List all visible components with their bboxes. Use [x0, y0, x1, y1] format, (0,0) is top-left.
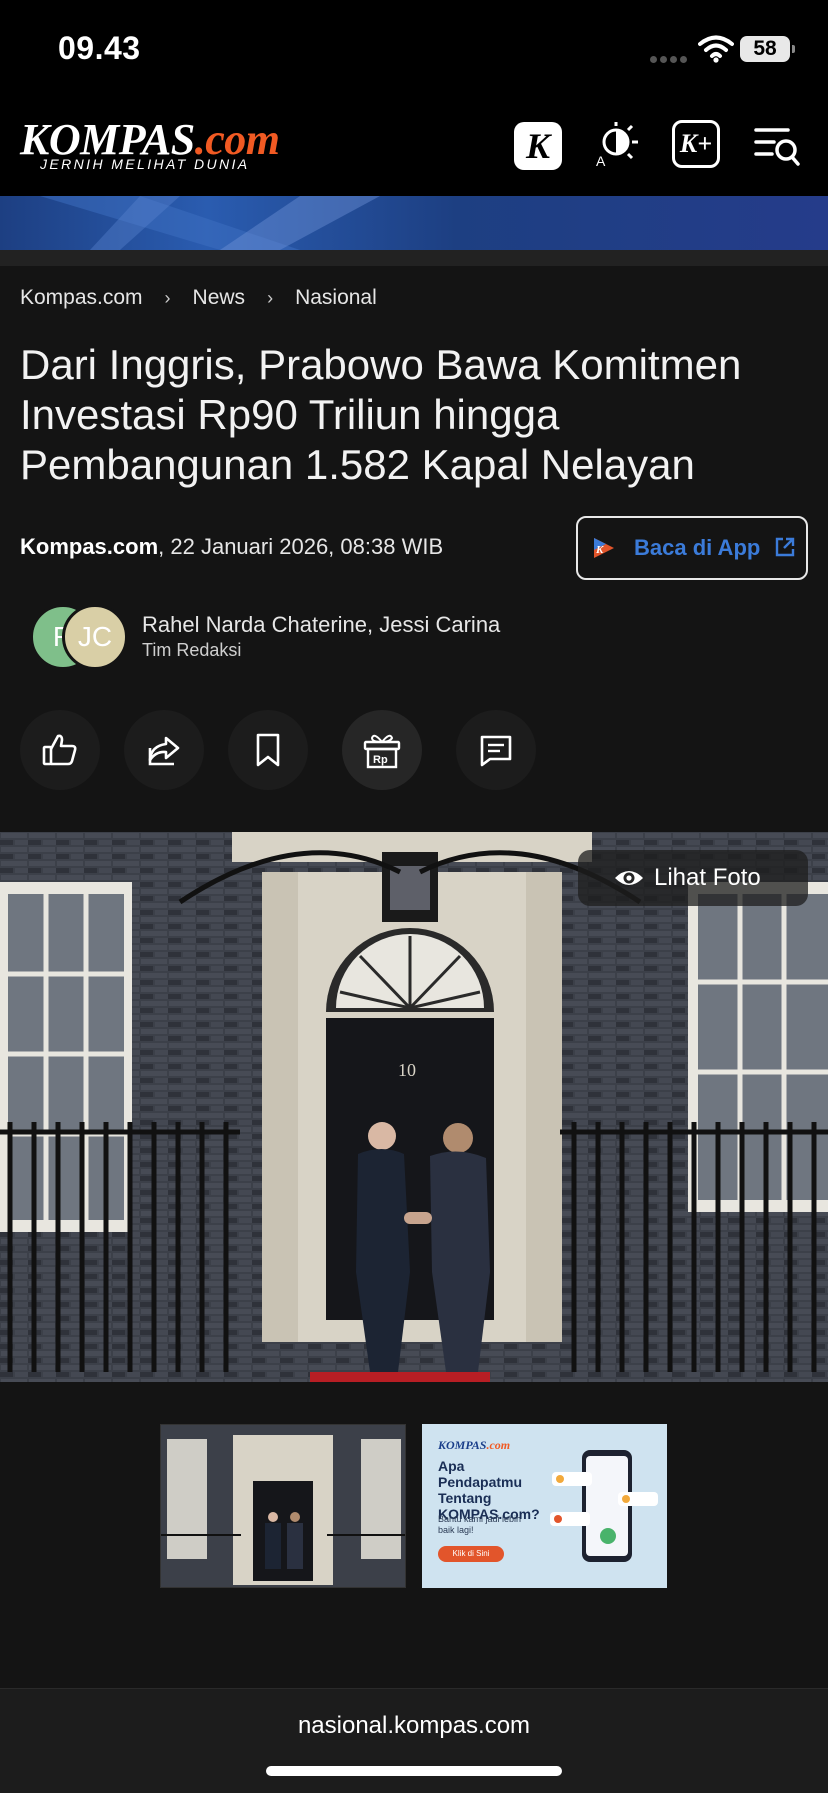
article-source: Kompas.com — [20, 534, 159, 559]
url-domain[interactable]: nasional.kompas.com — [0, 1712, 828, 1740]
photo-thumbnail[interactable] — [160, 1424, 406, 1588]
thumbs-up-icon — [42, 734, 77, 766]
theme-toggle-icon[interactable]: A — [592, 120, 640, 168]
wifi-icon — [698, 35, 734, 63]
downing-street-photo: 10 — [0, 832, 828, 1382]
home-indicator[interactable] — [266, 1766, 562, 1776]
external-link-icon — [775, 537, 795, 557]
ad-subtitle: Bantu kami jadi lebih baik lagi! — [438, 1514, 522, 1535]
gift-icon: Rp — [363, 734, 401, 769]
author-team: Tim Redaksi — [142, 640, 242, 660]
kompas-app-icon: K — [594, 538, 614, 558]
author-avatar[interactable]: JC — [62, 604, 128, 670]
breadcrumb-news[interactable]: News — [193, 286, 246, 309]
view-photo-label: Lihat Foto — [654, 864, 761, 891]
svg-text:K: K — [595, 544, 604, 556]
article-date: , 22 Januari 2026, 08:38 WIB — [158, 534, 444, 559]
kompas-plus-button[interactable]: K+ — [672, 120, 720, 168]
breadcrumb-separator: › — [267, 288, 274, 308]
status-time: 09.43 — [58, 30, 141, 66]
gift-button[interactable]: Rp — [342, 710, 422, 790]
ad-cta-button[interactable]: Klik di Sini — [438, 1546, 504, 1562]
view-photo-button[interactable]: Lihat Foto — [578, 850, 808, 906]
breadcrumb: Kompas.com › News › Nasional — [20, 286, 377, 310]
door-number: 10 — [398, 1060, 416, 1080]
breadcrumb-separator: › — [164, 288, 171, 308]
eye-icon — [615, 871, 643, 885]
menu-search-icon[interactable] — [752, 120, 800, 168]
article-hero-photo[interactable]: 10 — [0, 832, 828, 1382]
like-button[interactable] — [20, 710, 100, 790]
phone-illustration — [550, 1450, 658, 1562]
thumbnail-photo — [161, 1425, 405, 1587]
breadcrumb-home[interactable]: Kompas.com — [20, 286, 143, 309]
survey-ad-thumbnail[interactable]: KOMPAS.com Apa Pendapatmu Tentang KOMPAS… — [422, 1424, 667, 1588]
ad-brand: KOMPAS.com — [438, 1438, 511, 1452]
cellular-signal-icon — [650, 50, 690, 63]
ad-title: Apa Pendapatmu Tentang KOMPAS.com? — [438, 1458, 540, 1522]
battery-icon: 58 — [740, 36, 795, 62]
bookmark-icon — [256, 733, 280, 767]
logo-tagline: JERNIH MELIHAT DUNIA — [40, 156, 250, 172]
article-headline: Dari Inggris, Prabowo Bawa Komitmen Inve… — [20, 341, 742, 488]
breadcrumb-nasional[interactable]: Nasional — [295, 286, 377, 309]
share-button[interactable] — [124, 710, 204, 790]
banner-divider — [0, 250, 828, 266]
k-app-button[interactable]: K — [514, 122, 562, 170]
article-meta: Kompas.com, 22 Januari 2026, 08:38 WIB — [20, 534, 443, 560]
svg-text:A: A — [596, 153, 606, 168]
read-in-app-button[interactable]: K Baca di App — [576, 516, 808, 580]
share-icon — [148, 736, 180, 766]
banner-graphic — [40, 196, 380, 250]
comment-icon — [480, 735, 512, 767]
author-names[interactable]: Rahel Narda Chaterine, Jessi Carina — [142, 612, 500, 638]
bookmark-button[interactable] — [228, 710, 308, 790]
read-in-app-label: Baca di App — [634, 535, 761, 560]
promo-banner[interactable] — [0, 196, 828, 250]
gift-rp-label: Rp — [373, 754, 388, 766]
browser-url-bar[interactable] — [0, 1688, 828, 1793]
comment-button[interactable] — [456, 710, 536, 790]
